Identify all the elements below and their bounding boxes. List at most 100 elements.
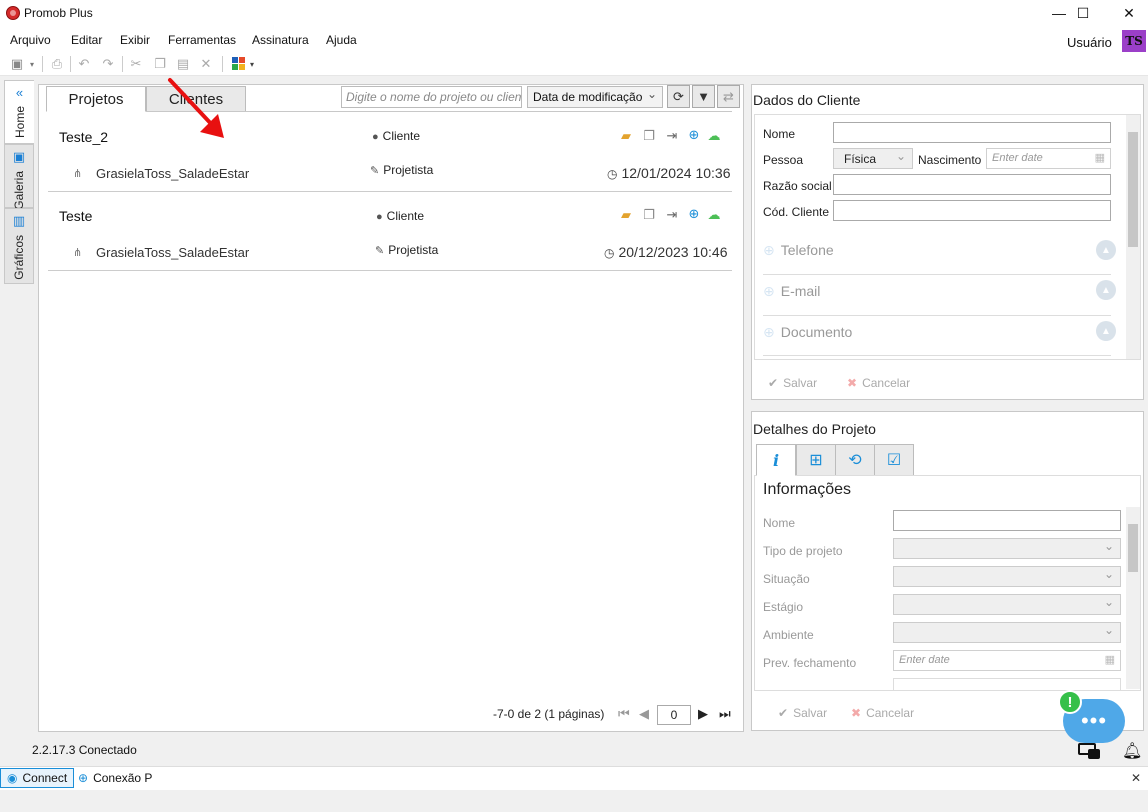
project-client[interactable]: ● Cliente (372, 129, 420, 143)
search-input[interactable]: Digite o nome do projeto ou cliente (341, 86, 522, 108)
page-input[interactable]: 0 (657, 705, 691, 725)
user-avatar[interactable]: TS (1122, 30, 1146, 52)
tab-checklist[interactable]: ☑ (874, 444, 914, 476)
section-documento[interactable]: ⊕ Documento (763, 324, 852, 341)
prev-fechamento-input[interactable]: Enter date (893, 650, 1121, 671)
filter-button[interactable]: ▼ (692, 85, 715, 108)
next-page-icon[interactable]: ▶ (698, 706, 708, 722)
duplicate-icon[interactable]: ❐ (641, 128, 657, 144)
plus-icon: ⊕ (763, 242, 775, 258)
close-button[interactable]: ✕ (1106, 0, 1148, 26)
tab-history[interactable]: ⟲ (835, 444, 875, 476)
prev-page-icon[interactable]: ◀ (639, 706, 649, 722)
bottom-close-icon[interactable]: ✕ (1131, 771, 1141, 785)
collapse-icon[interactable]: ▲ (1096, 240, 1116, 260)
cloud-icon[interactable]: ☁ (706, 207, 722, 223)
tipo-projeto-select[interactable] (893, 538, 1121, 559)
client-scroll-thumb[interactable] (1128, 132, 1138, 247)
paste-icon[interactable]: ▤ (175, 56, 191, 72)
cut-icon[interactable]: ✂ (128, 56, 144, 72)
menu-ferramentas[interactable]: Ferramentas (168, 33, 236, 47)
refresh-button[interactable]: ⟳ (667, 85, 690, 108)
tab-projetos[interactable]: Projetos (46, 86, 146, 112)
menu-ajuda[interactable]: Ajuda (326, 33, 357, 47)
situacao-select[interactable] (893, 566, 1121, 587)
annotation-arrow (168, 78, 224, 138)
side-tab-graficos-label: Gráficos (12, 235, 26, 280)
undo-icon[interactable]: ↶ (76, 56, 92, 72)
client-save-button[interactable]: ✔ Salvar (768, 376, 817, 390)
details-scroll-thumb[interactable] (1128, 524, 1138, 572)
add-environment-icon[interactable]: ⊕ (686, 127, 702, 143)
side-tab-graficos[interactable]: ▥ Gráficos (4, 208, 34, 284)
ambiente-select[interactable] (893, 622, 1121, 643)
section-email[interactable]: ⊕ E-mail (763, 283, 820, 300)
cancel-icon: ✖ (847, 376, 858, 390)
project-save-button[interactable]: ✔ Salvar (778, 706, 827, 720)
toolbar-separator (42, 56, 43, 72)
maximize-button[interactable]: ☐ (1060, 0, 1106, 26)
section-telefone[interactable]: ⊕ Telefone (763, 242, 834, 259)
project-title[interactable]: Teste (59, 208, 92, 224)
project-designer[interactable]: ✎ Projetista (375, 243, 438, 257)
menu-exibir[interactable]: Exibir (120, 33, 150, 47)
save-icon[interactable]: ▣ (9, 56, 25, 72)
bottom-bar (0, 766, 1148, 790)
plus-icon: ⊕ (763, 324, 775, 340)
modified-date: ◷ 12/01/2024 10:36 (607, 165, 731, 181)
redo-icon[interactable]: ↷ (100, 56, 116, 72)
nome-label: Nome (763, 127, 796, 141)
menu-editar[interactable]: Editar (71, 33, 102, 47)
last-page-icon[interactable]: ⏭ (719, 706, 731, 722)
client-cancel-button[interactable]: ✖ Cancelar (847, 376, 910, 390)
project-cancel-button[interactable]: ✖ Cancelar (851, 706, 914, 720)
delete-icon[interactable]: ✕ (198, 56, 214, 72)
open-folder-icon[interactable]: ▰ (618, 128, 634, 144)
project-title[interactable]: Teste_2 (59, 129, 108, 145)
export-icon[interactable]: ⇥ (664, 207, 680, 223)
swap-button[interactable]: ⇄ (717, 85, 740, 108)
bottom-tab-connect[interactable]: ◉ Connect (0, 768, 75, 788)
collapse-icon[interactable]: ▲ (1096, 280, 1116, 300)
save-dropdown-icon[interactable]: ▾ (27, 56, 37, 72)
pessoa-select[interactable]: Física (833, 148, 913, 169)
copy-icon[interactable]: ❐ (152, 56, 168, 72)
partial-date-input[interactable] (893, 678, 1121, 690)
open-folder-icon[interactable]: ▰ (618, 207, 634, 223)
project-designer[interactable]: ✎ Projetista (370, 163, 433, 177)
user-label[interactable]: Usuário (1067, 35, 1112, 50)
first-page-icon[interactable]: ⏮ (618, 706, 630, 722)
client-name-input[interactable] (833, 122, 1111, 143)
print-icon[interactable]: ⎙ (49, 56, 65, 72)
environment-name[interactable]: GrasielaToss_SaladeEstar (96, 245, 249, 260)
side-tab-galeria[interactable]: ▣ Galeria (4, 144, 34, 210)
project-client[interactable]: ● Cliente (376, 209, 424, 223)
export-icon[interactable]: ⇥ (664, 128, 680, 144)
birth-date-input[interactable]: Enter date (986, 148, 1111, 169)
razao-social-input[interactable] (833, 174, 1111, 195)
section-separator (763, 315, 1111, 316)
add-environment-icon[interactable]: ⊕ (686, 206, 702, 222)
project-name-input[interactable] (893, 510, 1121, 531)
menu-assinatura[interactable]: Assinatura (252, 33, 309, 47)
tab-structure[interactable]: ⊞ (796, 444, 836, 476)
menu-arquivo[interactable]: Arquivo (10, 33, 51, 47)
bottom-tab-conexao[interactable]: ⊕ Conexão P (72, 768, 158, 788)
notification-bell-icon[interactable]: 🔔︎ (1122, 741, 1142, 761)
environment-name[interactable]: GrasielaToss_SaladeEstar (96, 166, 249, 181)
color-palette-icon[interactable] (232, 57, 246, 70)
side-tab-home[interactable]: « Home (4, 80, 34, 144)
palette-dropdown-icon[interactable]: ▾ (247, 56, 257, 72)
duplicate-icon[interactable]: ❐ (641, 207, 657, 223)
chat-alert-icon[interactable]: ! (1058, 690, 1082, 714)
projects-panel (38, 84, 744, 732)
collapse-icon[interactable]: ▲ (1096, 321, 1116, 341)
screen-share-icon[interactable] (1078, 743, 1100, 759)
cod-cliente-input[interactable] (833, 200, 1111, 221)
toolbar-separator (222, 56, 223, 72)
tab-info[interactable]: i (756, 444, 796, 476)
situacao-label: Situação (763, 572, 810, 586)
estagio-select[interactable] (893, 594, 1121, 615)
cloud-icon[interactable]: ☁ (706, 128, 722, 144)
sort-dropdown[interactable]: Data de modificação (527, 86, 663, 108)
